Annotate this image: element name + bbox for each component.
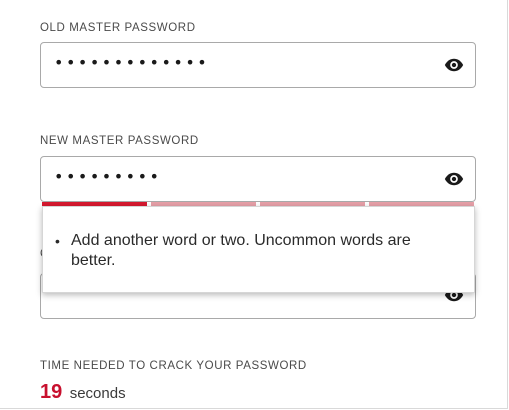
new-password-label: NEW MASTER PASSWORD — [40, 135, 199, 147]
eye-icon[interactable] — [444, 172, 464, 186]
new-password-field[interactable]: ••••••••• — [40, 156, 476, 202]
old-password-field[interactable]: ••••••••••••• — [40, 42, 476, 88]
crack-time-label: TIME NEEDED TO CRACK YOUR PASSWORD — [40, 360, 307, 372]
crack-time-unit: seconds — [69, 385, 126, 402]
bullet-icon: • — [55, 233, 60, 249]
password-feedback-popup: • Add another word or two. Uncommon word… — [42, 206, 475, 293]
feedback-tip-text: Add another word or two. Uncommon words … — [71, 232, 411, 269]
crack-time-value: 19 seconds — [40, 381, 126, 404]
eye-icon[interactable] — [444, 58, 464, 72]
feedback-tip: • Add another word or two. Uncommon word… — [55, 231, 456, 271]
new-password-value: ••••••••• — [54, 167, 162, 186]
old-password-value: ••••••••••••• — [54, 53, 210, 72]
old-password-label: OLD MASTER PASSWORD — [40, 22, 196, 34]
crack-time-number: 19 — [40, 381, 63, 403]
